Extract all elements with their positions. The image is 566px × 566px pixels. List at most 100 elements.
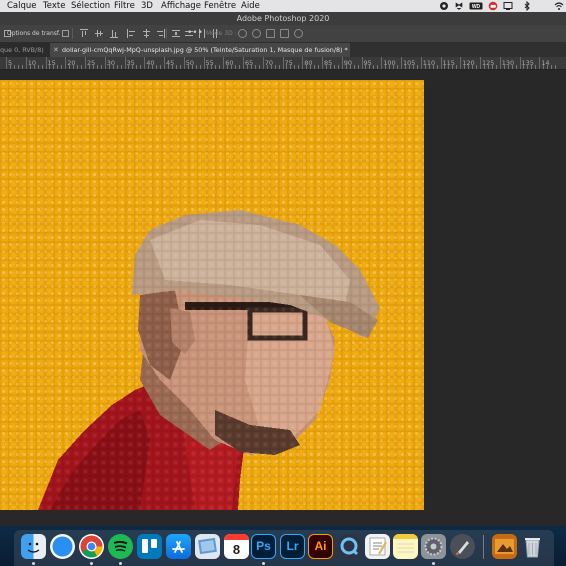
display-icon[interactable] <box>503 1 513 11</box>
tab-label: que 0, RVB/8) <box>0 46 44 54</box>
wd-icon[interactable]: WD <box>469 1 483 11</box>
3d-roll-icon[interactable] <box>252 29 261 38</box>
photoshop-icon[interactable]: Ps <box>251 534 276 559</box>
ruler-minor-tick <box>555 65 557 69</box>
ruler-minor-tick <box>483 65 485 69</box>
ruler-minor-tick <box>543 65 545 69</box>
3d-orbit-icon[interactable] <box>238 29 247 38</box>
ruler-minor-tick <box>385 65 387 69</box>
ruler-minor-tick <box>179 65 181 69</box>
wifi-icon[interactable] <box>554 1 564 11</box>
menu-selection[interactable]: Sélection <box>71 0 110 12</box>
ruler-minor-tick <box>436 65 438 69</box>
ruler-major-tick <box>322 57 323 69</box>
align-right-icon[interactable] <box>157 29 165 38</box>
bluetooth-icon[interactable] <box>522 0 532 12</box>
trash-icon[interactable] <box>520 534 545 559</box>
ruler-minor-tick <box>112 65 114 69</box>
ruler-minor-tick <box>274 65 276 69</box>
ruler-major-tick <box>85 57 86 69</box>
align-bottom-icon[interactable] <box>110 29 118 38</box>
ruler-minor-tick <box>432 65 434 69</box>
ruler-minor-tick <box>207 65 209 69</box>
ruler-minor-tick <box>329 65 331 69</box>
app-title-bar: Adobe Photoshop 2020 <box>0 12 566 25</box>
trello-icon[interactable] <box>137 534 162 559</box>
ruler-major-tick <box>361 57 363 69</box>
ruler-major-tick <box>223 57 225 69</box>
ruler-minor-tick <box>254 65 256 69</box>
ruler-minor-tick <box>365 65 367 69</box>
notes-icon[interactable] <box>393 534 418 559</box>
ruler-minor-tick <box>148 65 150 69</box>
image-folder-icon[interactable] <box>492 534 517 559</box>
ruler-minor-tick <box>258 65 260 69</box>
ruler-minor-tick <box>215 65 217 69</box>
calendar-icon[interactable]: 8 <box>224 534 249 559</box>
ruler-minor-tick <box>424 65 426 69</box>
ruler-minor-tick <box>318 65 320 69</box>
align-top-icon[interactable] <box>80 29 88 38</box>
ruler-major-tick <box>124 57 126 69</box>
more-options-button[interactable]: ••• <box>187 25 203 42</box>
pixelated-portrait-image <box>0 80 424 510</box>
ruler-minor-tick <box>531 65 533 69</box>
ruler-minor-tick <box>487 65 489 69</box>
dropbox-icon[interactable] <box>454 1 464 11</box>
ruler-minor-tick <box>9 65 11 69</box>
menu-texte[interactable]: Texte <box>43 0 65 12</box>
illustrator-icon[interactable]: Ai <box>308 534 333 559</box>
ruler-major-tick <box>243 57 244 69</box>
menu-3d[interactable]: 3D <box>141 0 153 12</box>
ruler-minor-tick <box>353 65 355 69</box>
ruler-major-tick <box>341 57 343 69</box>
document-canvas[interactable] <box>0 80 424 510</box>
tab-previous-document[interactable]: que 0, RVB/8) <box>0 43 50 57</box>
dock-separator <box>483 535 484 559</box>
align-middle-icon[interactable] <box>95 29 103 38</box>
ruler-minor-tick <box>416 65 418 69</box>
quicktime-icon[interactable] <box>337 534 362 559</box>
align-left-icon[interactable] <box>127 29 135 38</box>
lightroom-icon[interactable]: Lr <box>280 534 305 559</box>
chrome-icon[interactable] <box>79 534 104 559</box>
app-store-icon[interactable] <box>166 534 191 559</box>
options-bar: Options de transf. ••• Mode 3D : <box>0 25 566 43</box>
ruler-major-tick <box>420 57 422 69</box>
menu-fenetre[interactable]: Fenêtre <box>204 0 236 12</box>
ruler-minor-tick <box>96 65 98 69</box>
3d-pan-icon[interactable] <box>266 29 275 38</box>
menu-filtre[interactable]: Filtre <box>114 0 135 12</box>
ruler-minor-tick <box>476 65 478 69</box>
ruler-minor-tick <box>29 65 31 69</box>
textedit-icon[interactable] <box>365 534 390 559</box>
launchpad-icon[interactable] <box>450 534 475 559</box>
horizontal-ruler[interactable]: 5 10 15 20 25 30 35 40 45 50 55 60 65 70 75 80 85 90 95 100… <box>0 57 566 70</box>
menu-calque[interactable]: Calque <box>7 0 37 12</box>
ruler-minor-tick <box>140 65 142 69</box>
finder-icon[interactable] <box>21 534 46 559</box>
ruler-minor-tick <box>337 65 339 69</box>
menu-aide[interactable]: Aide <box>241 0 260 12</box>
3d-scale-icon[interactable] <box>294 29 303 38</box>
close-tab-icon[interactable]: ✕ <box>53 43 59 57</box>
creative-cloud-icon[interactable] <box>488 1 498 11</box>
ruler-minor-tick <box>41 65 43 69</box>
ruler-minor-tick <box>408 65 410 69</box>
menu-affichage[interactable]: Affichage <box>161 0 201 12</box>
safari-icon[interactable] <box>50 534 75 559</box>
ruler-minor-tick <box>535 65 537 69</box>
tab-active-document[interactable]: ✕ dollar-gill-cmQqRwj-MpQ-unsplash.jpg @… <box>50 43 350 57</box>
3d-slide-icon[interactable] <box>280 29 289 38</box>
ruler-minor-tick <box>57 65 59 69</box>
distribute-top-icon[interactable] <box>172 29 180 38</box>
record-icon[interactable] <box>439 1 449 11</box>
ruler-minor-tick <box>128 65 130 69</box>
ruler-minor-tick <box>404 65 406 69</box>
ruler-minor-tick <box>397 65 399 69</box>
system-preferences-icon[interactable] <box>421 534 446 559</box>
align-center-icon[interactable] <box>142 29 150 38</box>
ruler-major-tick <box>262 57 264 69</box>
spotify-icon[interactable] <box>108 534 133 559</box>
preview-icon[interactable] <box>195 534 220 559</box>
